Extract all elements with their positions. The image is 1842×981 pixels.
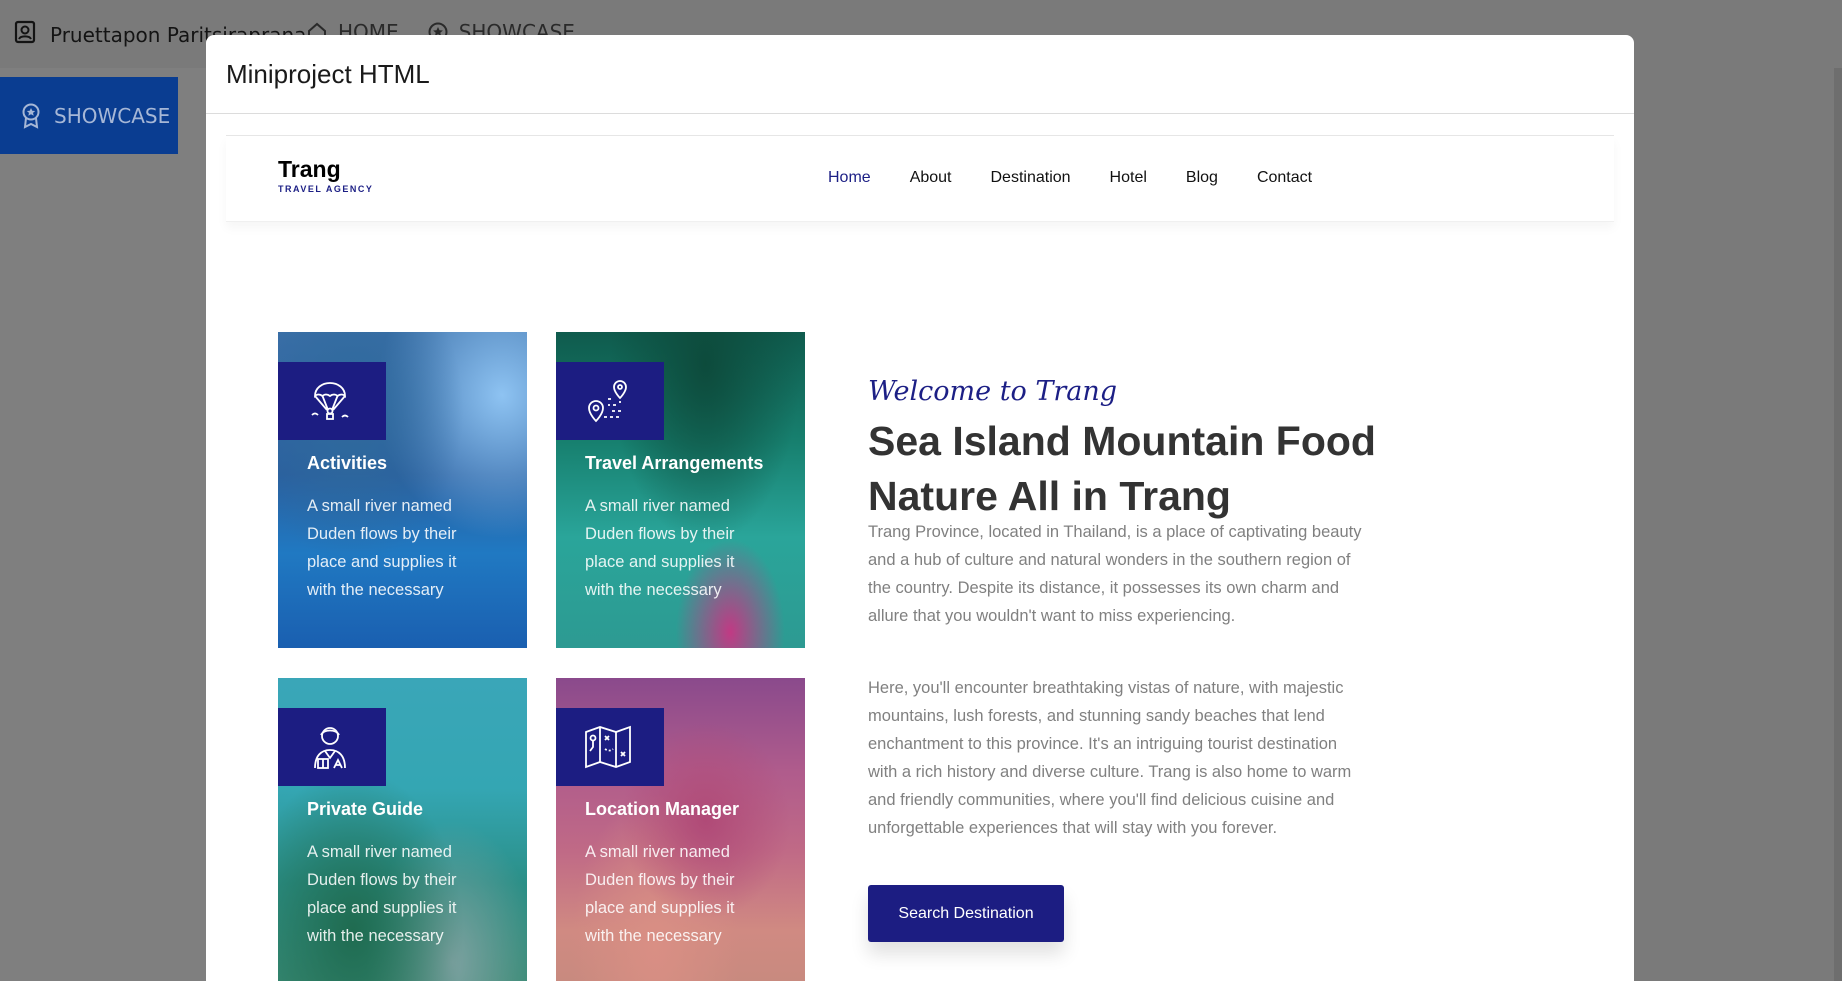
- scrollbar[interactable]: [1834, 68, 1842, 981]
- service-card-location-manager[interactable]: Location Manager A small river named Dud…: [556, 678, 805, 981]
- card-text: A small river named Duden flows by their…: [585, 843, 735, 945]
- tour-guide-icon: [314, 727, 346, 769]
- card-icon-box: [556, 362, 664, 440]
- website-preview: Trang TRAVEL AGENCY Home About Destinati…: [226, 135, 1614, 981]
- welcome-script: Welcome to Trang: [868, 376, 1118, 407]
- card-text: A small river named Duden flows by their…: [307, 497, 457, 599]
- sidebar-item-label: SHOWCASE: [54, 103, 171, 128]
- sidebar-item-showcase[interactable]: SHOWCASE: [0, 77, 178, 154]
- user-badge-icon: [14, 20, 36, 49]
- menu-destination[interactable]: Destination: [991, 169, 1071, 187]
- menu-about[interactable]: About: [910, 169, 952, 187]
- intro-paragraph-1: Trang Province, located in Thailand, is …: [868, 523, 1362, 625]
- service-card-private-guide[interactable]: Private Guide A small river named Duden …: [278, 678, 527, 981]
- service-card-travel-arrangements[interactable]: Travel Arrangements A small river named …: [556, 332, 805, 648]
- modal-title: Miniproject HTML: [226, 59, 430, 89]
- menu-blog[interactable]: Blog: [1186, 169, 1218, 187]
- site-menu: Home About Destination Hotel Blog Contac…: [828, 169, 1312, 187]
- page-backdrop: [1634, 68, 1842, 981]
- parachute-icon: [311, 382, 349, 420]
- route-map-pin-icon: [588, 380, 627, 423]
- intro-paragraph-2: Here, you'll encounter breathtaking vist…: [868, 679, 1352, 837]
- menu-home[interactable]: Home: [828, 169, 871, 187]
- card-title: Travel Arrangements: [585, 453, 764, 473]
- card-icon-box: [278, 708, 386, 786]
- menu-contact[interactable]: Contact: [1257, 169, 1312, 187]
- card-title: Location Manager: [585, 799, 740, 819]
- card-title: Private Guide: [307, 799, 424, 819]
- brand-tagline: TRAVEL AGENCY: [278, 184, 374, 194]
- search-destination-button[interactable]: Search Destination: [868, 885, 1064, 942]
- card-text: A small river named Duden flows by their…: [585, 497, 735, 599]
- preview-modal: Miniproject HTML Trang TRAVEL AGENCY Hom…: [206, 35, 1634, 981]
- site-logo[interactable]: Trang TRAVEL AGENCY: [278, 156, 374, 195]
- brand-name: Trang: [278, 156, 341, 182]
- award-icon: [22, 103, 40, 129]
- menu-hotel[interactable]: Hotel: [1110, 169, 1147, 187]
- site-navbar: Trang TRAVEL AGENCY Home About Destinati…: [226, 136, 1614, 222]
- card-title: Activities: [307, 453, 388, 473]
- card-icon-box: [278, 362, 386, 440]
- folded-map-icon: [585, 725, 631, 769]
- card-icon-box: [556, 708, 664, 786]
- service-card-activities[interactable]: Activities A small river named Duden flo…: [278, 332, 527, 648]
- card-text: A small river named Duden flows by their…: [307, 843, 457, 945]
- hero-headline: Sea Island Mountain Food Nature All in T…: [868, 418, 1376, 519]
- modal-header: Miniproject HTML: [206, 35, 1634, 114]
